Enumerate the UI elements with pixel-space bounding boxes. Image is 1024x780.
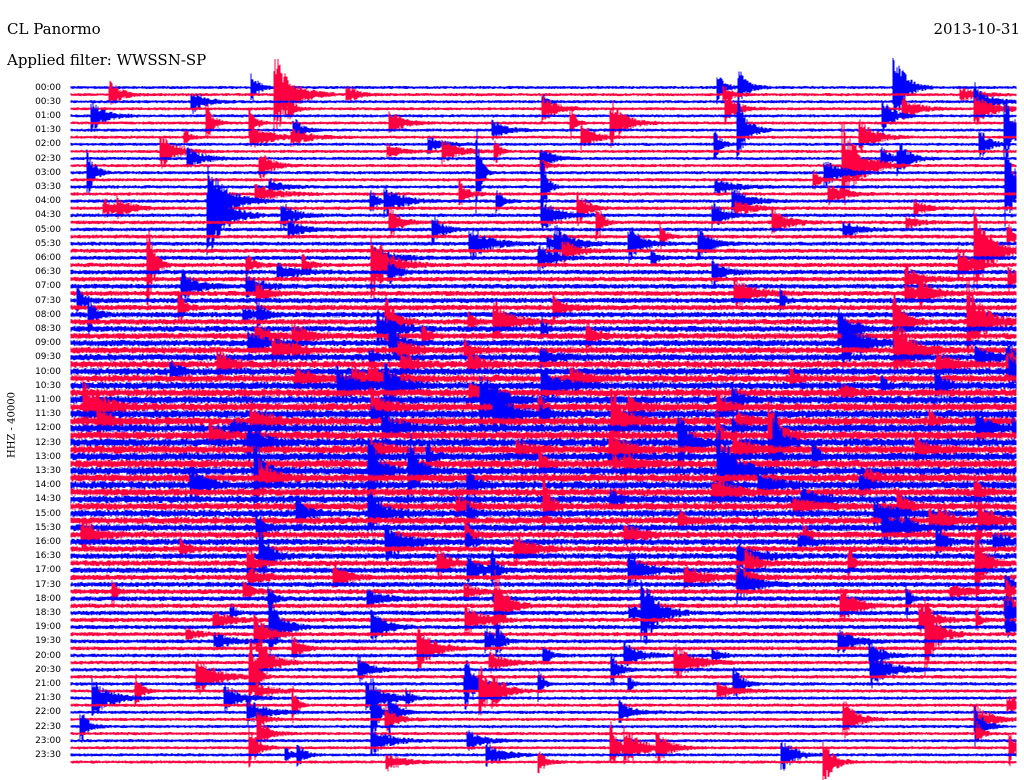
seismic-trace-30 [70,286,1017,315]
seismic-trace-24 [70,244,1017,272]
helicorder-plot [70,57,1017,780]
seismic-trace-29 [70,277,1017,309]
seismic-trace-91 [70,718,1017,749]
